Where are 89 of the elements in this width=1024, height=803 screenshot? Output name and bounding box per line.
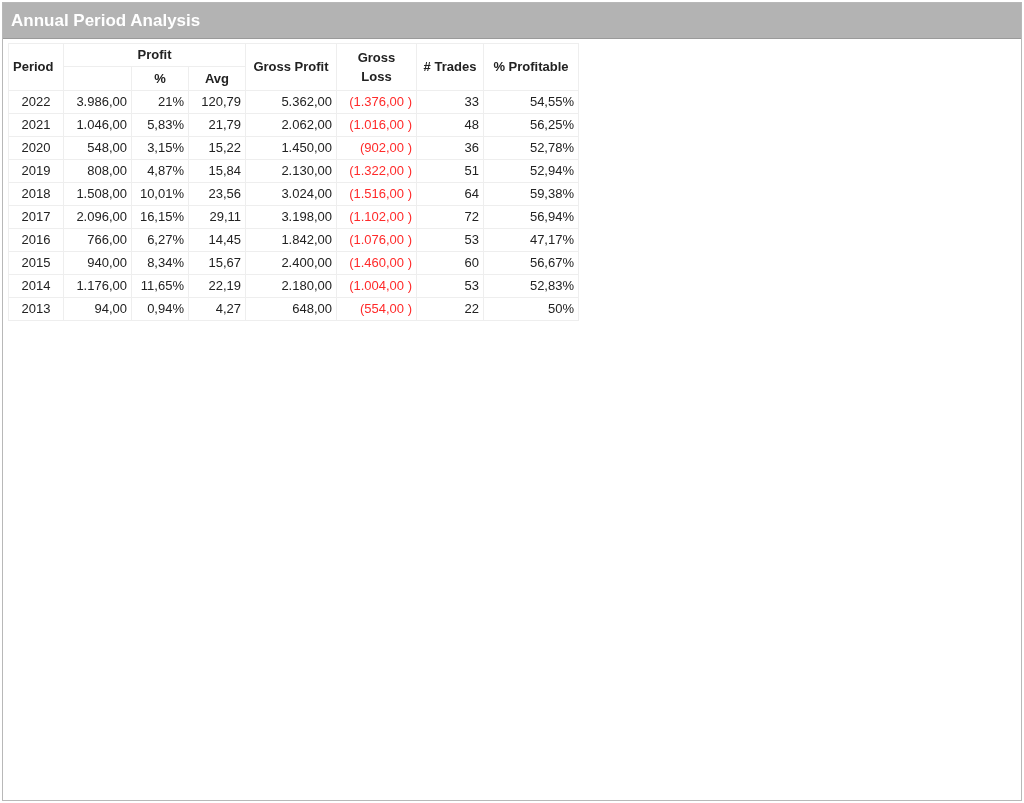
table-cell: 11,65% bbox=[131, 274, 189, 298]
table-cell: 48 bbox=[416, 113, 484, 137]
table-cell: 1.046,00 bbox=[63, 113, 132, 137]
table-cell: (1.460,00 ) bbox=[336, 251, 417, 275]
table-cell: 52,94% bbox=[483, 159, 579, 183]
table-cell: 2020 bbox=[8, 136, 64, 160]
table-cell: 15,22 bbox=[188, 136, 246, 160]
table-cell: (1.376,00 ) bbox=[336, 90, 417, 114]
table-cell: (1.004,00 ) bbox=[336, 274, 417, 298]
table-cell: 2015 bbox=[8, 251, 64, 275]
table-cell: 16,15% bbox=[131, 205, 189, 229]
table-cell: 47,17% bbox=[483, 228, 579, 252]
table-cell: (1.016,00 ) bbox=[336, 113, 417, 137]
table-cell: 22 bbox=[416, 297, 484, 321]
table-cell: (1.516,00 ) bbox=[336, 182, 417, 206]
table-cell: 53 bbox=[416, 274, 484, 298]
column-header: Gross Profit bbox=[245, 43, 337, 91]
table-cell: 72 bbox=[416, 205, 484, 229]
table-cell: 8,34% bbox=[131, 251, 189, 275]
table-cell: 5,83% bbox=[131, 113, 189, 137]
table-cell: (1.076,00 ) bbox=[336, 228, 417, 252]
table-cell: 940,00 bbox=[63, 251, 132, 275]
table-cell: 120,79 bbox=[188, 90, 246, 114]
column-header: % Profitable bbox=[483, 43, 579, 91]
table-cell: 56,67% bbox=[483, 251, 579, 275]
table-cell: 2017 bbox=[8, 205, 64, 229]
table-cell: 36 bbox=[416, 136, 484, 160]
table-cell: 1.450,00 bbox=[245, 136, 337, 160]
table-cell: 64 bbox=[416, 182, 484, 206]
table-cell: (1.102,00 ) bbox=[336, 205, 417, 229]
column-header: Period bbox=[8, 43, 64, 91]
table-cell: 2.180,00 bbox=[245, 274, 337, 298]
table-cell: (1.322,00 ) bbox=[336, 159, 417, 183]
table-cell: 648,00 bbox=[245, 297, 337, 321]
table-cell: 14,45 bbox=[188, 228, 246, 252]
table-cell: 3,15% bbox=[131, 136, 189, 160]
table-cell: 2.130,00 bbox=[245, 159, 337, 183]
table-cell: 1.508,00 bbox=[63, 182, 132, 206]
column-header: % bbox=[131, 66, 189, 91]
table-cell: 3.024,00 bbox=[245, 182, 337, 206]
table-cell: 3.198,00 bbox=[245, 205, 337, 229]
table-cell: 60 bbox=[416, 251, 484, 275]
table-cell: 10,01% bbox=[131, 182, 189, 206]
table-cell: 548,00 bbox=[63, 136, 132, 160]
table-cell: 21% bbox=[131, 90, 189, 114]
table-cell: 22,19 bbox=[188, 274, 246, 298]
table-cell: 2022 bbox=[8, 90, 64, 114]
table-cell: 2014 bbox=[8, 274, 64, 298]
table-cell: 50% bbox=[483, 297, 579, 321]
table-cell: 94,00 bbox=[63, 297, 132, 321]
table-cell: 4,27 bbox=[188, 297, 246, 321]
column-header: Profit bbox=[63, 43, 246, 67]
table-cell: 2021 bbox=[8, 113, 64, 137]
table-cell: 23,56 bbox=[188, 182, 246, 206]
table-cell: 0,94% bbox=[131, 297, 189, 321]
column-header: Gross Loss bbox=[336, 43, 417, 91]
table-cell: 33 bbox=[416, 90, 484, 114]
table-cell: 1.176,00 bbox=[63, 274, 132, 298]
column-header: Avg bbox=[188, 66, 246, 91]
table-cell: 52,83% bbox=[483, 274, 579, 298]
table-cell: 51 bbox=[416, 159, 484, 183]
table-cell: 2013 bbox=[8, 297, 64, 321]
table-cell: (902,00 ) bbox=[336, 136, 417, 160]
table-cell: 21,79 bbox=[188, 113, 246, 137]
table-cell: 1.842,00 bbox=[245, 228, 337, 252]
table-cell: 5.362,00 bbox=[245, 90, 337, 114]
table-cell: 4,87% bbox=[131, 159, 189, 183]
table-cell: 2018 bbox=[8, 182, 64, 206]
table-cell: 29,11 bbox=[188, 205, 246, 229]
table-cell: 2.400,00 bbox=[245, 251, 337, 275]
table-cell: 808,00 bbox=[63, 159, 132, 183]
table-cell: 2.096,00 bbox=[63, 205, 132, 229]
table-cell: 52,78% bbox=[483, 136, 579, 160]
table-cell: (554,00 ) bbox=[336, 297, 417, 321]
table-cell: 53 bbox=[416, 228, 484, 252]
table-cell: 2.062,00 bbox=[245, 113, 337, 137]
column-header: # Trades bbox=[416, 43, 484, 91]
table-cell: 56,94% bbox=[483, 205, 579, 229]
table-cell: 15,67 bbox=[188, 251, 246, 275]
table-cell: 3.986,00 bbox=[63, 90, 132, 114]
panel-title: Annual Period Analysis bbox=[3, 3, 1021, 39]
table-cell: 2019 bbox=[8, 159, 64, 183]
table-cell: 6,27% bbox=[131, 228, 189, 252]
table-cell: 54,55% bbox=[483, 90, 579, 114]
table-cell: 766,00 bbox=[63, 228, 132, 252]
table-cell: 59,38% bbox=[483, 182, 579, 206]
table-cell: 56,25% bbox=[483, 113, 579, 137]
table-cell: 15,84 bbox=[188, 159, 246, 183]
table-cell: 2016 bbox=[8, 228, 64, 252]
